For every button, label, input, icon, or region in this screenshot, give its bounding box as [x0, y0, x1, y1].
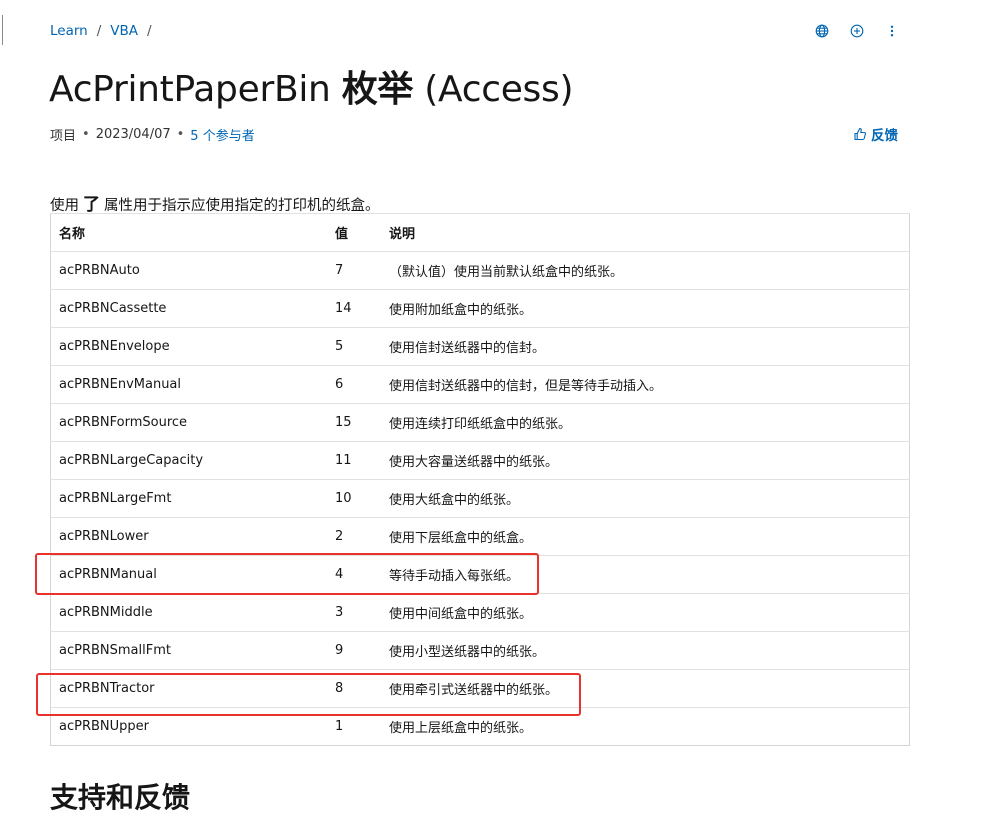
cell-value: 2 — [319, 517, 381, 556]
cell-description: 使用大纸盒中的纸张。 — [381, 479, 910, 518]
cell-description: 使用小型送纸器中的纸张。 — [381, 631, 910, 670]
table-row: acPRBNLower 2 使用下层纸盒中的纸盒。 — [50, 517, 910, 556]
cell-value: 5 — [319, 327, 381, 366]
feedback-button[interactable]: 反馈 — [853, 124, 898, 144]
cell-name: acPRBNLower — [50, 517, 319, 556]
meta-type: 项目 — [50, 129, 77, 144]
cell-value: 3 — [319, 593, 381, 632]
meta-dot: • — [176, 127, 185, 142]
meta-contributors-link[interactable]: 5 个参与者 — [190, 125, 254, 144]
title-bold: 枚举 — [341, 69, 414, 110]
table-row: acPRBNLargeFmt 10 使用大纸盒中的纸张。 — [50, 479, 910, 518]
thumbs-up-icon — [854, 127, 866, 141]
table-row: acPRBNMiddle 3 使用中间纸盒中的纸张。 — [50, 593, 910, 632]
intro-text: 使用 了 属性用于指示应使用指定的打印机的纸盒。 — [50, 190, 380, 215]
cell-name: acPRBNEnvManual — [50, 365, 319, 404]
add-circle-icon[interactable] — [848, 22, 866, 40]
title-main: AcPrintPaperBin — [49, 69, 342, 110]
cell-description: 使用下层纸盒中的纸盒。 — [381, 517, 910, 556]
cell-description: 使用牵引式送纸器中的纸张。 — [381, 669, 910, 708]
cell-description: 使用中间纸盒中的纸张。 — [381, 593, 910, 632]
cell-value: 15 — [319, 403, 381, 442]
page-title: AcPrintPaperBin 枚举 (Access) — [49, 60, 574, 112]
globe-icon[interactable] — [813, 22, 831, 40]
cell-name: acPRBNCassette — [50, 289, 319, 328]
cell-value: 14 — [319, 289, 381, 328]
table-row: acPRBNSmallFmt 9 使用小型送纸器中的纸张。 — [50, 631, 910, 670]
cell-value: 9 — [319, 631, 381, 670]
cell-description: 等待手动插入每张纸。 — [381, 555, 910, 594]
meta-date: 2023/04/07 — [95, 127, 171, 142]
more-vertical-icon[interactable] — [883, 22, 901, 40]
cell-value: 1 — [319, 707, 381, 746]
article-meta: 项目 • 2023/04/07 • 5 个参与者 — [50, 125, 255, 144]
meta-dot: • — [82, 127, 90, 142]
cell-description: 使用附加纸盒中的纸张。 — [381, 289, 910, 328]
table-header-row: 名称 值 说明 — [50, 213, 910, 252]
cell-name: acPRBNTractor — [50, 669, 319, 708]
table-row: acPRBNLargeCapacity 11 使用大容量送纸器中的纸张。 — [50, 441, 910, 480]
table-row: acPRBNFormSource 15 使用连续打印纸纸盒中的纸张。 — [50, 403, 910, 442]
cell-name: acPRBNMiddle — [50, 593, 319, 632]
intro-after: 属性用于指示应使用指定的打印机的纸盒。 — [104, 197, 380, 214]
cell-name: acPRBNLargeFmt — [50, 479, 319, 518]
header-value: 值 — [319, 213, 381, 252]
cell-description: 使用大容量送纸器中的纸张。 — [381, 441, 910, 480]
window-edge — [0, 15, 3, 45]
header-actions — [813, 22, 918, 40]
cell-name: acPRBNEnvelope — [50, 327, 319, 366]
cell-name: acPRBNUpper — [50, 707, 319, 746]
section-heading: 支持和反馈 — [50, 781, 191, 814]
table-row: acPRBNTractor 8 使用牵引式送纸器中的纸张。 — [50, 669, 910, 708]
cell-description: 使用信封送纸器中的信封，但是等待手动插入。 — [381, 365, 910, 404]
table-row: acPRBNCassette 14 使用附加纸盒中的纸张。 — [50, 289, 910, 328]
cell-value: 6 — [319, 365, 381, 404]
cell-description: （默认值）使用当前默认纸盒中的纸张。 — [381, 251, 910, 290]
table-row: acPRBNUpper 1 使用上层纸盒中的纸张。 — [50, 707, 910, 746]
breadcrumb-separator: / — [147, 23, 152, 39]
cell-name: acPRBNLargeCapacity — [50, 441, 319, 480]
cell-name: acPRBNFormSource — [50, 403, 319, 442]
intro-code: 了 — [83, 194, 100, 215]
cell-description: 使用连续打印纸纸盒中的纸张。 — [381, 403, 910, 442]
cell-value: 10 — [319, 479, 381, 518]
header-description: 说明 — [381, 213, 910, 252]
cell-description: 使用上层纸盒中的纸张。 — [381, 707, 910, 746]
cell-description: 使用信封送纸器中的信封。 — [381, 327, 910, 366]
cell-value: 8 — [319, 669, 381, 708]
enum-table: 名称 值 说明 acPRBNAuto 7 （默认值）使用当前默认纸盒中的纸张。 acP… — [50, 213, 910, 746]
header-name: 名称 — [50, 213, 319, 252]
cell-value: 4 — [319, 555, 381, 594]
table-row: acPRBNManual 4 等待手动插入每张纸。 — [50, 555, 910, 594]
table-row: acPRBNAuto 7 （默认值）使用当前默认纸盒中的纸张。 — [50, 251, 910, 290]
cell-value: 7 — [319, 251, 381, 290]
table-row: acPRBNEnvelope 5 使用信封送纸器中的信封。 — [50, 327, 910, 366]
breadcrumb: Learn / VBA / — [50, 23, 161, 39]
cell-value: 11 — [319, 441, 381, 480]
breadcrumb-separator: / — [96, 23, 102, 39]
table-row: acPRBNEnvManual 6 使用信封送纸器中的信封，但是等待手动插入。 — [50, 365, 910, 404]
cell-name: acPRBNAuto — [50, 251, 319, 290]
feedback-label: 反馈 — [871, 128, 898, 144]
cell-name: acPRBNManual — [50, 555, 319, 594]
intro-before: 使用 — [50, 197, 79, 214]
breadcrumb-learn[interactable]: Learn — [50, 23, 88, 39]
title-suffix: (Access) — [413, 69, 574, 110]
breadcrumb-vba[interactable]: VBA — [110, 23, 138, 39]
cell-name: acPRBNSmallFmt — [50, 631, 319, 670]
